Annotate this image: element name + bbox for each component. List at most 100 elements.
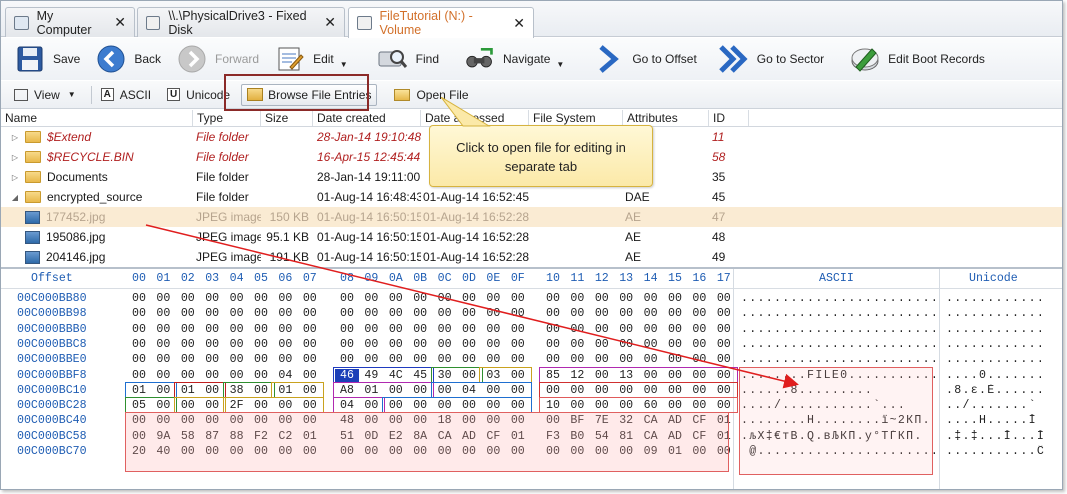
hex-byte[interactable]: 00 (663, 353, 687, 366)
hex-byte[interactable]: 00 (457, 307, 481, 320)
hex-byte[interactable]: 00 (433, 445, 457, 458)
hex-byte[interactable]: 03 (481, 369, 505, 382)
hex-byte[interactable]: 00 (506, 369, 530, 382)
hex-byte[interactable]: 00 (127, 353, 151, 366)
hex-byte[interactable]: 00 (200, 399, 224, 412)
hex-byte[interactable]: 00 (639, 292, 663, 305)
hex-byte[interactable]: 01 (127, 384, 151, 397)
hex-byte[interactable]: 00 (384, 323, 408, 336)
hex-byte[interactable]: 00 (590, 323, 614, 336)
hex-byte[interactable]: 4C (384, 369, 408, 382)
hex-byte[interactable]: 00 (712, 338, 736, 351)
hex-byte[interactable]: 00 (590, 399, 614, 412)
hex-byte[interactable]: 00 (457, 445, 481, 458)
expand-icon[interactable]: ▷ (9, 173, 21, 182)
hex-byte[interactable]: 00 (590, 384, 614, 397)
hex-byte[interactable]: 00 (298, 369, 322, 382)
hex-byte[interactable]: E2 (384, 430, 408, 443)
hex-byte[interactable]: 00 (200, 338, 224, 351)
hex-byte[interactable]: 05 (127, 399, 151, 412)
hex-byte[interactable]: 00 (249, 414, 273, 427)
forward-button[interactable]: Forward (171, 40, 265, 78)
hex-byte[interactable]: 00 (273, 323, 297, 336)
hex-byte[interactable]: 00 (457, 399, 481, 412)
hex-byte[interactable]: AD (663, 414, 687, 427)
column-header-type[interactable]: Type (193, 110, 261, 126)
unicode-text[interactable]: .8.ε.È...... (946, 384, 1056, 397)
hex-byte[interactable]: 00 (225, 369, 249, 382)
hex-byte[interactable]: 00 (481, 414, 505, 427)
goto-offset-button[interactable]: Go to Offset (588, 40, 702, 78)
hex-byte[interactable]: 00 (408, 414, 432, 427)
hex-byte[interactable]: 01 (506, 430, 530, 443)
hex-byte[interactable]: 87 (200, 430, 224, 443)
unicode-text[interactable]: ............ (946, 338, 1056, 351)
hex-byte[interactable]: 00 (384, 338, 408, 351)
column-header-date-created[interactable]: Date created (313, 110, 421, 126)
chevron-down-icon[interactable]: ▼ (340, 60, 348, 69)
hex-byte[interactable]: 00 (712, 399, 736, 412)
hex-byte[interactable]: 00 (200, 384, 224, 397)
edit-button[interactable]: Edit ▼ (269, 40, 354, 78)
hex-byte[interactable]: 18 (433, 414, 457, 427)
hex-byte[interactable]: 00 (614, 292, 638, 305)
hex-byte[interactable]: 54 (590, 430, 614, 443)
hex-byte[interactable]: 00 (687, 307, 711, 320)
hex-byte[interactable]: 01 (712, 414, 736, 427)
hex-byte[interactable]: 00 (457, 323, 481, 336)
hex-byte[interactable]: 00 (433, 384, 457, 397)
unicode-text[interactable]: ............ (946, 292, 1056, 305)
hex-byte[interactable]: 00 (127, 338, 151, 351)
tab-physical-drive[interactable]: \\.\PhysicalDrive3 - Fixed Disk ✕ (137, 7, 345, 37)
hex-byte[interactable]: 00 (298, 307, 322, 320)
hex-byte[interactable]: 00 (541, 384, 565, 397)
hex-byte[interactable]: 00 (408, 338, 432, 351)
hex-byte[interactable]: 00 (639, 323, 663, 336)
ascii-text[interactable]: ........................ (741, 323, 935, 336)
hex-byte[interactable]: 00 (614, 384, 638, 397)
hex-byte[interactable]: 00 (298, 353, 322, 366)
hex-byte[interactable]: 00 (481, 323, 505, 336)
hex-byte[interactable]: 00 (359, 292, 383, 305)
hex-byte[interactable]: 00 (481, 353, 505, 366)
hex-byte[interactable]: 00 (273, 307, 297, 320)
hex-byte[interactable]: 00 (687, 445, 711, 458)
hex-byte[interactable]: 04 (457, 384, 481, 397)
ascii-text[interactable]: ........................ (741, 353, 935, 366)
hex-byte[interactable]: 60 (639, 399, 663, 412)
hex-byte[interactable]: 00 (176, 292, 200, 305)
hex-byte[interactable]: 00 (200, 307, 224, 320)
hex-byte[interactable]: 00 (151, 338, 175, 351)
close-icon[interactable]: ✕ (104, 14, 126, 31)
hex-byte[interactable]: 00 (687, 338, 711, 351)
hex-byte[interactable]: B0 (565, 430, 589, 443)
hex-byte[interactable]: 00 (127, 430, 151, 443)
hex-byte[interactable]: 00 (151, 414, 175, 427)
hex-byte[interactable]: 00 (590, 369, 614, 382)
hex-byte[interactable]: 00 (127, 307, 151, 320)
hex-byte[interactable]: 00 (712, 369, 736, 382)
hex-byte[interactable]: 00 (433, 323, 457, 336)
hex-byte[interactable]: 00 (541, 307, 565, 320)
hex-byte[interactable]: 00 (176, 353, 200, 366)
hex-byte[interactable]: 00 (457, 369, 481, 382)
ascii-text[interactable]: ........................ (741, 307, 935, 320)
unicode-text[interactable]: ............ (946, 307, 1056, 320)
save-button[interactable]: Save (9, 40, 86, 78)
ascii-text[interactable]: ........H........ї~2КП. (741, 414, 935, 427)
hex-byte[interactable]: 00 (712, 323, 736, 336)
hex-byte[interactable]: 00 (384, 445, 408, 458)
hex-byte[interactable]: 00 (506, 353, 530, 366)
hex-byte[interactable]: 00 (298, 338, 322, 351)
hex-byte[interactable]: 04 (273, 369, 297, 382)
hex-byte[interactable]: 09 (639, 445, 663, 458)
hex-byte[interactable]: 00 (359, 399, 383, 412)
hex-byte[interactable]: 00 (639, 338, 663, 351)
chevron-down-icon[interactable]: ▼ (556, 60, 564, 69)
hex-byte[interactable]: 00 (433, 307, 457, 320)
hex-byte[interactable]: 00 (200, 323, 224, 336)
hex-byte[interactable]: A8 (335, 384, 359, 397)
hex-byte[interactable]: BF (565, 414, 589, 427)
hex-byte[interactable]: 0D (359, 430, 383, 443)
hex-byte[interactable]: CA (639, 414, 663, 427)
